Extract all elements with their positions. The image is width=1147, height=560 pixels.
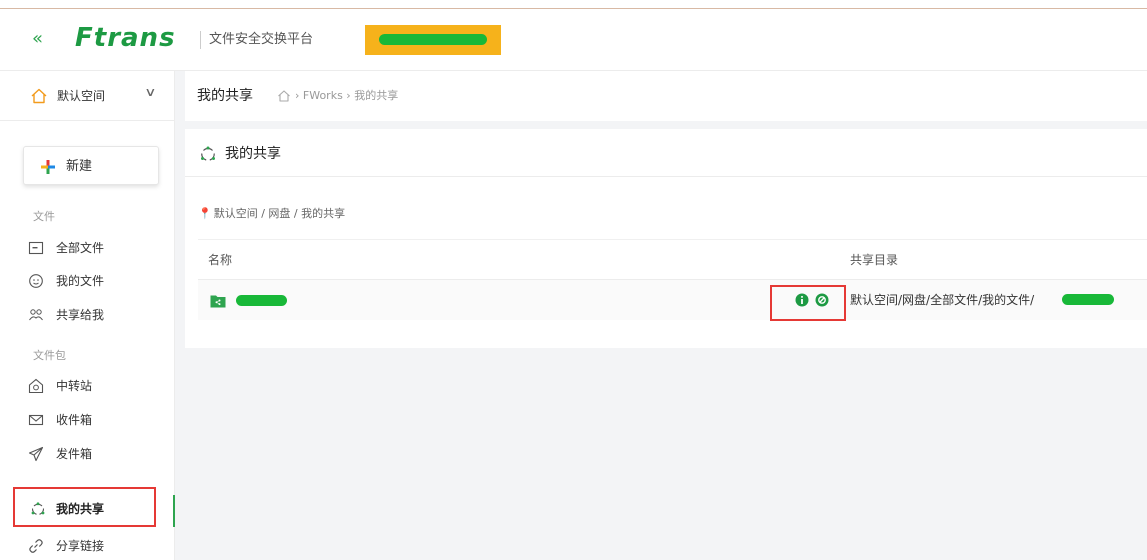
section-label-package: 文件包 <box>33 349 66 362</box>
location-pin-icon: 📍 <box>198 207 212 220</box>
sidebar-item-inbox[interactable]: 收件箱 <box>28 409 158 431</box>
info-icon[interactable] <box>795 293 809 307</box>
sidebar-item-label: 发件箱 <box>56 447 93 461</box>
redaction-mark <box>379 34 487 45</box>
share-directory-path: 默认空间/网盘/全部文件/我的文件/ <box>850 293 1035 307</box>
column-header-share-dir[interactable]: 共享目录 <box>850 253 898 267</box>
main-card: 我的共享 📍 默认空间 / 网盘 / 我的共享 名称 共享目录 默认空间/网盘/全… <box>185 129 1147 348</box>
link-icon <box>29 539 43 553</box>
column-header-name[interactable]: 名称 <box>208 253 232 267</box>
sidebar-item-my-files[interactable]: 我的文件 <box>28 270 158 292</box>
sidebar-item-all-files[interactable]: 全部文件 <box>28 237 158 259</box>
new-button-label: 新建 <box>66 159 93 174</box>
platform-title: 文件安全交换平台 <box>209 32 314 47</box>
logo-divider <box>200 31 201 49</box>
breadcrumb-path[interactable]: › FWorks › 我的共享 <box>295 89 398 103</box>
card-title: 我的共享 <box>225 146 281 162</box>
sidebar-item-shared-with-me[interactable]: 共享给我 <box>28 304 158 326</box>
sidebar-item-label: 我的共享 <box>56 502 105 516</box>
redacted-file-name <box>236 295 287 306</box>
card-header: 我的共享 <box>185 129 1147 177</box>
table-row[interactable]: 默认空间/网盘/全部文件/我的文件/ <box>198 280 1147 320</box>
inbox-mail-icon <box>28 414 44 426</box>
collapse-sidebar-icon[interactable]: « <box>32 29 43 49</box>
folder-icon <box>28 241 44 255</box>
active-indicator <box>173 495 175 527</box>
redacted-directory-name <box>1062 294 1114 305</box>
share-circle-icon <box>201 146 215 161</box>
plus-icon <box>41 160 55 174</box>
app-header: « Ftrans 文件安全交换平台 <box>0 9 1147 71</box>
ftrans-logo: Ftrans <box>75 23 176 53</box>
space-selector-label: 默认空间 <box>57 89 106 103</box>
share-people-icon <box>29 309 43 321</box>
sidebar-item-outbox[interactable]: 发件箱 <box>28 443 158 465</box>
cancel-share-icon[interactable] <box>815 293 829 307</box>
sidebar-item-my-shares[interactable]: 我的共享 <box>13 487 156 527</box>
person-face-icon <box>29 274 43 288</box>
redacted-user-badge[interactable] <box>365 25 501 55</box>
section-label-files: 文件 <box>33 210 55 223</box>
breadcrumb: 我的共享 › FWorks › 我的共享 <box>185 71 1147 121</box>
sidebar-item-share-links[interactable]: 分享链接 <box>28 535 158 557</box>
share-circle-icon <box>31 502 45 515</box>
sidebar-item-label: 分享链接 <box>56 539 105 553</box>
shared-folder-icon <box>210 295 226 308</box>
location-path-text[interactable]: 默认空间 / 网盘 / 我的共享 <box>214 207 345 220</box>
transfer-station-icon <box>28 378 44 394</box>
home-icon[interactable] <box>277 89 291 103</box>
sidebar-item-label: 收件箱 <box>56 413 93 427</box>
space-selector[interactable]: 默认空间 ∨ <box>0 71 175 121</box>
sidebar-item-label: 共享给我 <box>56 308 105 322</box>
page-title: 我的共享 <box>197 88 253 104</box>
sidebar-item-label: 全部文件 <box>56 241 105 255</box>
sidebar-item-label: 我的文件 <box>56 274 105 288</box>
sidebar-item-label: 中转站 <box>56 379 93 393</box>
new-button[interactable]: 新建 <box>23 146 159 185</box>
sidebar-item-transfer-station[interactable]: 中转站 <box>28 375 158 397</box>
paper-plane-icon <box>28 446 44 462</box>
table-header: 名称 共享目录 <box>198 239 1147 280</box>
home-icon <box>31 88 47 104</box>
location-path: 📍 默认空间 / 网盘 / 我的共享 <box>198 207 345 221</box>
chevron-down-icon: ∨ <box>144 85 157 99</box>
